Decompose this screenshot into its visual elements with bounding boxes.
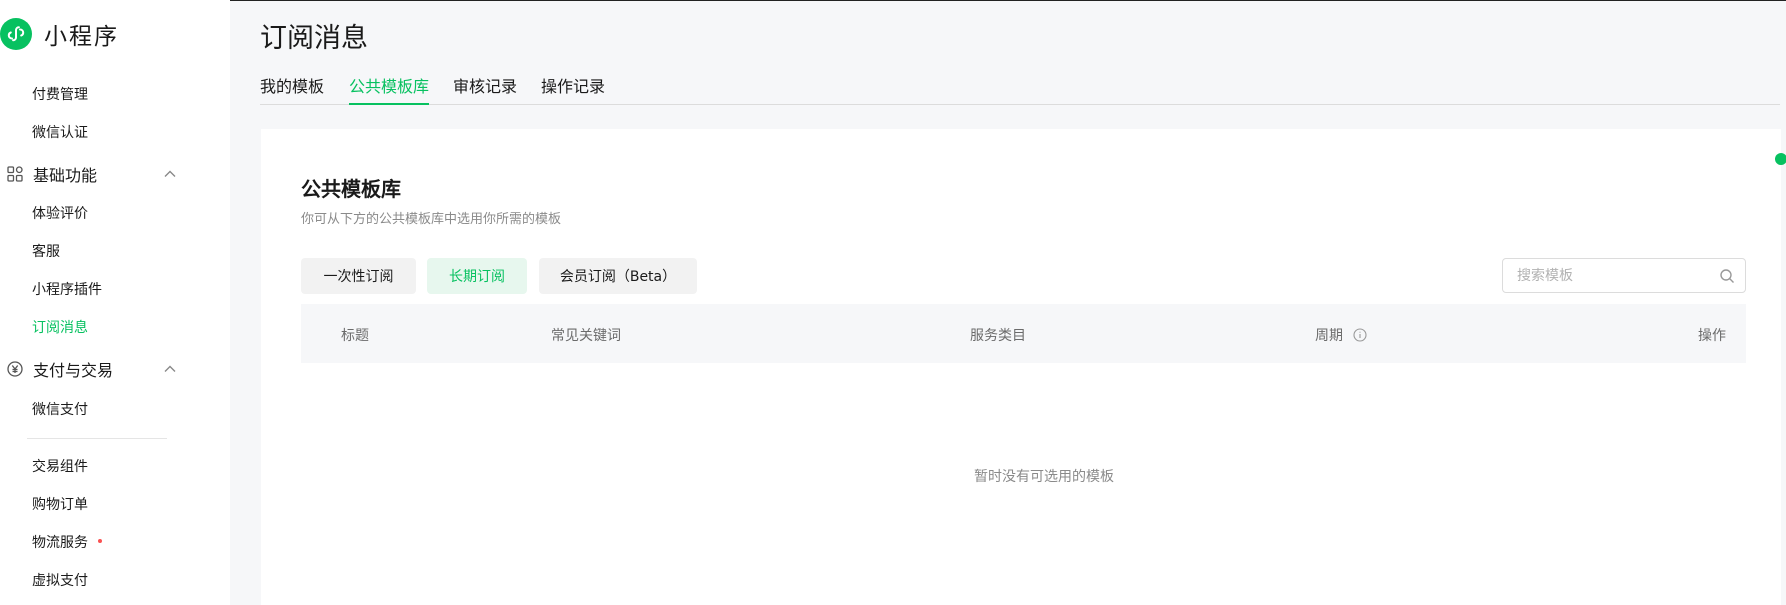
tab-operation-records[interactable]: 操作记录 — [541, 74, 605, 105]
filter-member-subscription[interactable]: 会员订阅（Beta） — [539, 258, 697, 294]
grid-icon — [6, 165, 24, 183]
column-period-label: 周期 — [1315, 328, 1343, 344]
mini-program-logo-icon — [0, 18, 32, 50]
brand[interactable]: 小程序 — [0, 18, 119, 50]
sidebar-item-virtual-payment[interactable]: 虚拟支付 — [32, 571, 88, 591]
empty-state-text: 暂时没有可选用的模板 — [974, 469, 1114, 485]
sidebar-item-label: 物流服务 — [32, 535, 88, 551]
sidebar-item-shopping-orders[interactable]: 购物订单 — [32, 495, 88, 515]
filter-one-time-subscription[interactable]: 一次性订阅 — [301, 258, 416, 294]
window-top-border — [0, 0, 1786, 1]
brand-name: 小程序 — [44, 24, 119, 50]
card-description: 你可从下方的公共模板库中选用你所需的模板 — [301, 212, 562, 227]
table-header: 标题 常见关键词 服务类目 周期 操作 — [301, 304, 1746, 363]
sidebar-item-subscription-messages[interactable]: 订阅消息 — [32, 318, 88, 338]
sidebar: 小程序 付费管理 微信认证 基础功能 体验评价 客服 小程序插件 订阅消息 支付… — [0, 0, 230, 605]
search-icon[interactable] — [1719, 268, 1735, 288]
card-title: 公共模板库 — [301, 177, 401, 201]
info-icon[interactable] — [1353, 328, 1367, 342]
sidebar-item-logistics[interactable]: 物流服务 — [32, 533, 102, 553]
sidebar-group-payment[interactable]: 支付与交易 — [6, 357, 178, 381]
column-actions: 操作 — [1698, 328, 1726, 344]
sidebar-item-wechat-pay[interactable]: 微信支付 — [32, 400, 88, 420]
status-indicator — [1775, 153, 1786, 165]
tab-my-templates[interactable]: 我的模板 — [260, 74, 324, 105]
tab-review-records[interactable]: 审核记录 — [453, 74, 517, 105]
sidebar-item-wechat-verification[interactable]: 微信认证 — [32, 123, 88, 143]
sidebar-item-experience-review[interactable]: 体验评价 — [32, 204, 88, 224]
sidebar-item-plugins[interactable]: 小程序插件 — [32, 280, 102, 300]
column-title: 标题 — [341, 328, 369, 344]
sidebar-group-label: 支付与交易 — [33, 361, 114, 380]
column-keywords: 常见关键词 — [551, 328, 621, 344]
column-period: 周期 — [1315, 325, 1367, 345]
sidebar-item-trade-components[interactable]: 交易组件 — [32, 457, 88, 477]
search-input[interactable] — [1517, 259, 1707, 292]
search-box — [1502, 258, 1746, 293]
sidebar-item-paid-management[interactable]: 付费管理 — [32, 85, 88, 105]
notification-dot — [98, 539, 102, 543]
tab-public-template-library[interactable]: 公共模板库 — [349, 74, 430, 105]
tab-bar: 我的模板 公共模板库 审核记录 操作记录 — [260, 74, 1780, 105]
sidebar-group-basic-features[interactable]: 基础功能 — [6, 162, 178, 186]
template-library-card: 公共模板库 你可从下方的公共模板库中选用你所需的模板 一次性订阅 长期订阅 会员… — [261, 129, 1786, 605]
chevron-up-icon[interactable] — [162, 166, 178, 186]
yuan-icon — [6, 360, 24, 378]
sidebar-item-customer-service[interactable]: 客服 — [32, 242, 60, 262]
sidebar-group-label: 基础功能 — [33, 166, 98, 185]
column-service-category: 服务类目 — [970, 328, 1026, 344]
page-title: 订阅消息 — [260, 23, 368, 54]
sidebar-divider — [27, 438, 167, 439]
filter-long-term-subscription[interactable]: 长期订阅 — [427, 258, 527, 294]
chevron-up-icon[interactable] — [162, 361, 178, 381]
